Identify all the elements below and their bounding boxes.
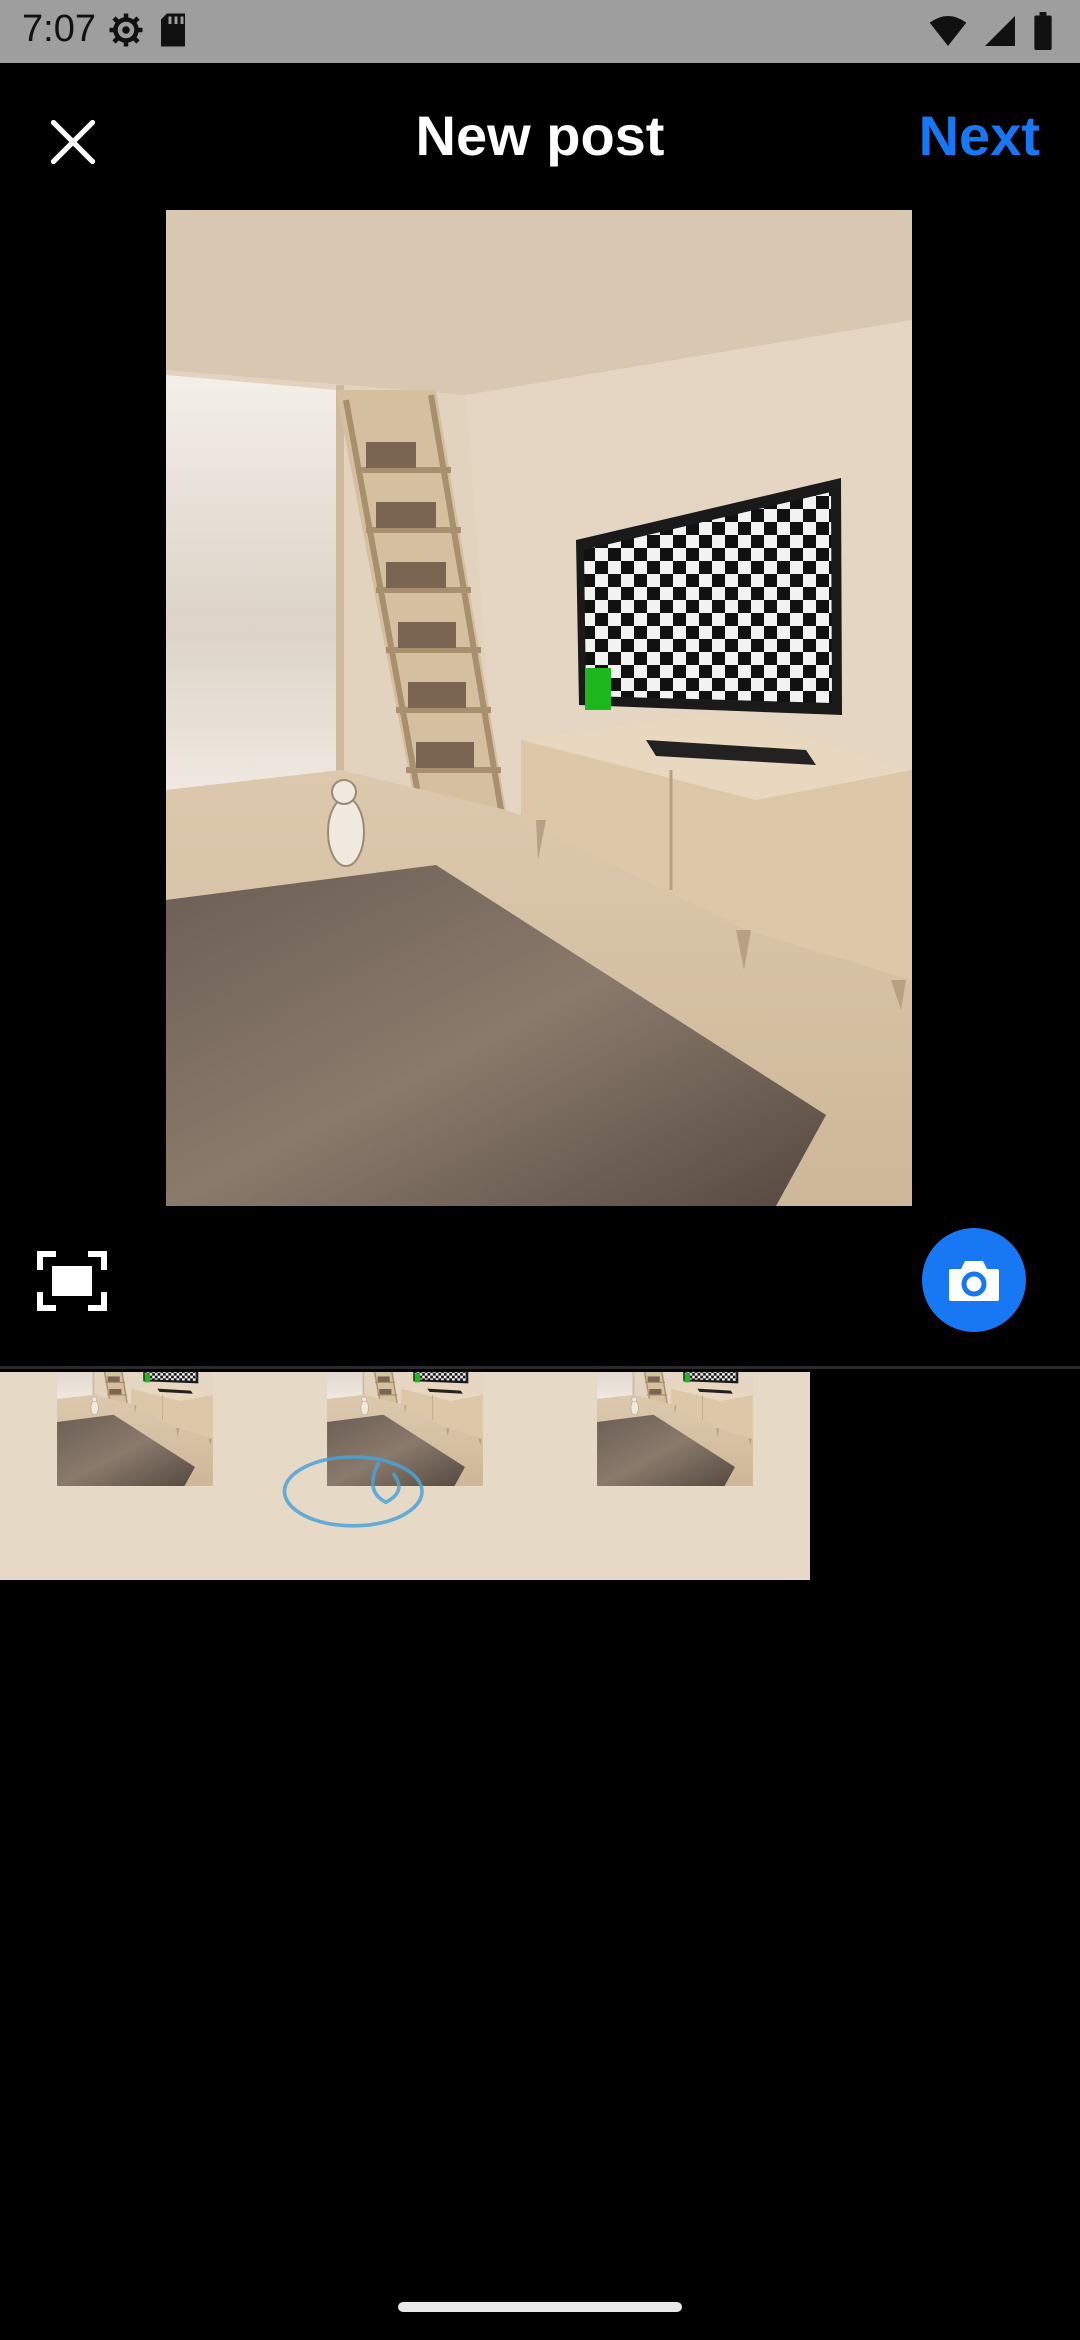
sd-card-icon: [161, 13, 185, 47]
post-preview-image[interactable]: [166, 210, 912, 1206]
status-time: 7:07: [22, 8, 96, 50]
expand-crop-icon: [37, 1251, 107, 1311]
status-bar: 7:07: [0, 0, 1080, 63]
signal-icon: [985, 16, 1015, 46]
next-button[interactable]: Next: [919, 103, 1040, 168]
camera-icon: [949, 1261, 999, 1301]
gallery-thumbnail-3[interactable]: [540, 1372, 810, 1580]
expand-crop-button[interactable]: [36, 1250, 108, 1312]
status-icons-left: [108, 12, 188, 48]
home-indicator[interactable]: [398, 2302, 682, 2312]
status-icons-right: [928, 12, 1054, 50]
battery-icon: [1034, 12, 1052, 50]
settings-icon: [109, 13, 143, 47]
header: New post Next: [0, 63, 1080, 208]
camera-button[interactable]: [922, 1228, 1026, 1332]
wifi-icon: [929, 16, 967, 46]
divider: [0, 1366, 1080, 1369]
gallery-thumbnail-1[interactable]: [0, 1372, 270, 1580]
gallery-thumbnail-2[interactable]: [270, 1372, 540, 1580]
